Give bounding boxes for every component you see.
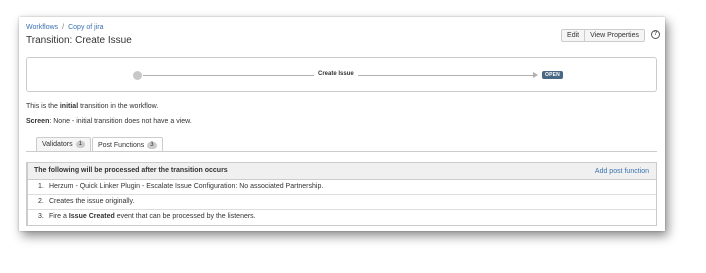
add-post-function-link[interactable]: Add post function — [595, 168, 649, 175]
post-functions-header-title: The following will be processed after th… — [34, 167, 228, 174]
row-number: 2. — [38, 198, 44, 205]
breadcrumb-separator: / — [62, 24, 65, 31]
post-functions-header: The following will be processed after th… — [28, 163, 656, 180]
tab-validators[interactable]: Validators 1 — [36, 137, 91, 151]
row-text: Creates the issue originally. — [49, 198, 135, 205]
post-function-row: 1. Herzum - Quick Linker Plugin - Escala… — [28, 180, 656, 195]
breadcrumb: Workflows / Copy of jira — [26, 24, 104, 31]
description-prefix: This is the — [26, 103, 60, 110]
tab-validators-count-badge: 1 — [75, 141, 85, 148]
view-properties-button[interactable]: View Properties — [585, 29, 645, 42]
screen-info: Screen: None - initial transition does n… — [26, 118, 192, 125]
row-text-prefix: Fire a — [49, 213, 69, 220]
transition-diagram: Create Issue OPEN — [26, 57, 657, 92]
screen-value: : None - initial transition does not hav… — [49, 118, 192, 125]
status-lozenge-open: OPEN — [542, 71, 563, 79]
breadcrumb-workflows-link[interactable]: Workflows — [26, 24, 58, 31]
tab-divider — [26, 151, 657, 152]
row-text-suffix: event that can be processed by the liste… — [114, 213, 256, 220]
help-icon[interactable]: ? — [651, 30, 660, 39]
row-number: 1. — [38, 183, 44, 190]
workflow-transition-panel: Workflows / Copy of jira Transition: Creat… — [19, 17, 665, 231]
tab-validators-label: Validators — [42, 141, 73, 148]
description-suffix: transition in the workflow. — [78, 103, 159, 110]
tab-post-functions-label: Post Functions — [97, 141, 145, 149]
toolbar-button-group: Edit View Properties — [561, 29, 645, 42]
post-function-row: 2. Creates the issue originally. — [28, 195, 656, 210]
breadcrumb-copy-of-jira-link[interactable]: Copy of jira — [68, 24, 103, 31]
post-functions-table: The following will be processed after th… — [26, 162, 657, 226]
tab-post-functions-count-badge: 3 — [147, 141, 157, 149]
initial-state-dot — [133, 71, 142, 80]
transition-description: This is the initial transition in the wo… — [26, 103, 158, 110]
tab-post-functions[interactable]: Post Functions 3 — [91, 137, 163, 152]
row-text-event-name: Issue Created — [68, 213, 115, 220]
screen-label: Screen — [26, 118, 50, 125]
page-title: Transition: Create Issue — [26, 35, 132, 46]
row-number: 3. — [38, 213, 44, 220]
edit-button[interactable]: Edit — [561, 29, 586, 42]
row-text: Fire a Issue Created event that can be p… — [49, 213, 256, 220]
arrow-head-icon — [533, 72, 538, 78]
row-text: Herzum - Quick Linker Plugin - Escalate … — [49, 183, 324, 190]
tab-bar: Validators 1 Post Functions 3 — [36, 137, 163, 152]
description-bold: initial — [59, 103, 79, 110]
post-function-row: 3. Fire a Issue Created event that can b… — [28, 210, 656, 225]
transition-label: Create Issue — [314, 71, 358, 77]
